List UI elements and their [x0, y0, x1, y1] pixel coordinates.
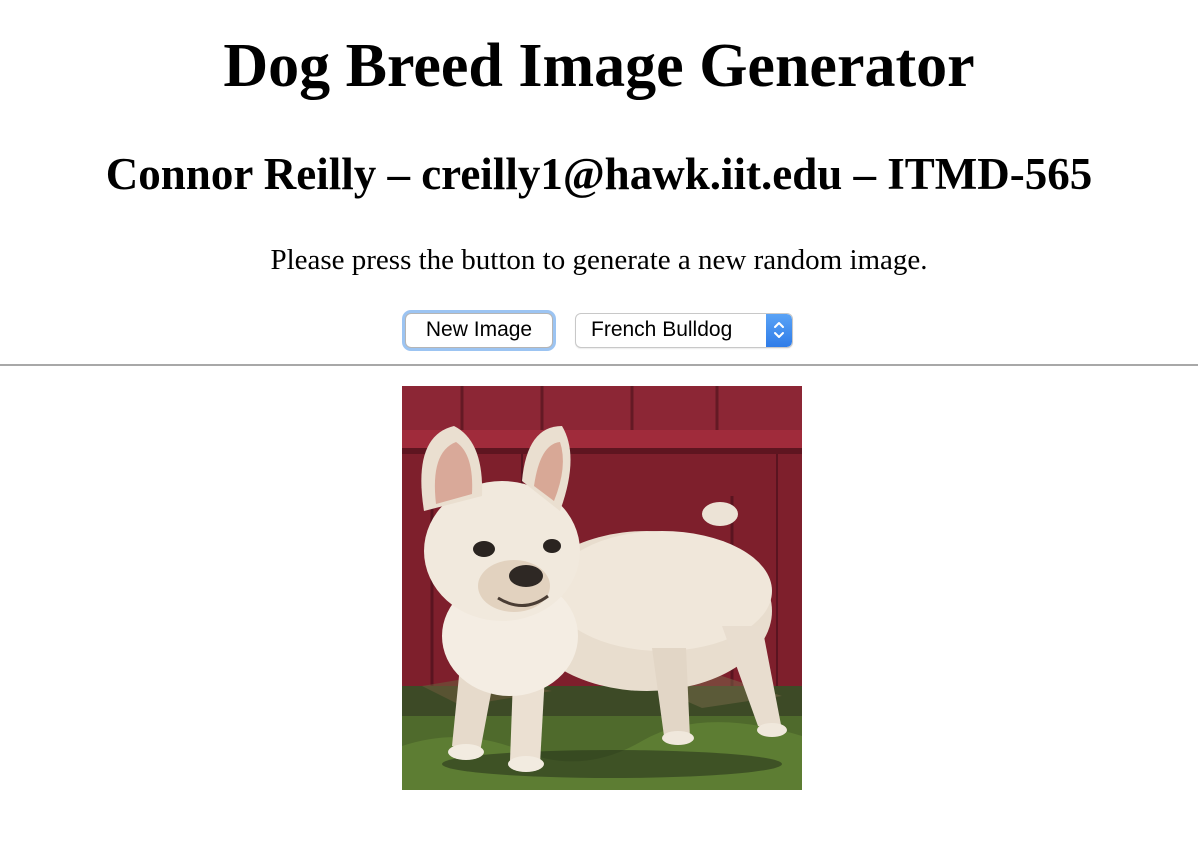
breed-select-value: French Bulldog: [591, 318, 733, 341]
dog-image: [402, 386, 802, 790]
page-title: Dog Breed Image Generator: [223, 32, 975, 100]
page-subtitle: Connor Reilly – creilly1@hawk.iit.edu – …: [105, 149, 1093, 199]
new-image-button[interactable]: New Image: [405, 312, 553, 348]
chevron-up-down-icon: [766, 313, 792, 347]
breed-select[interactable]: French Bulldog: [575, 312, 793, 348]
divider: [0, 364, 1198, 366]
controls-bar: New Image French Bulldog: [0, 312, 1198, 348]
instructions-text: Please press the button to generate a ne…: [270, 244, 928, 276]
